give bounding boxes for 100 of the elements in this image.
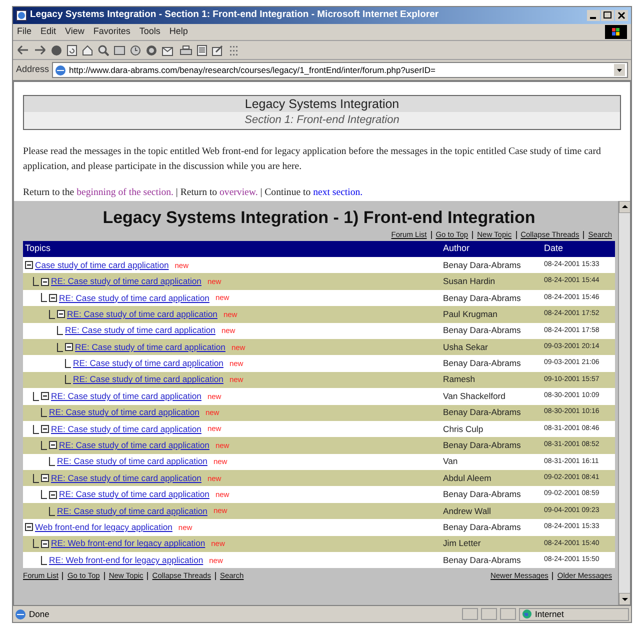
- minimize-icon[interactable]: [587, 10, 600, 21]
- column-header: Topics: [24, 242, 52, 256]
- topic-link[interactable]: Case study of time card application: [35, 258, 169, 272]
- collapse-icon[interactable]: [49, 441, 57, 450]
- collapse-icon[interactable]: [25, 523, 33, 532]
- navigation-sentence: Return to the beginning of the section. | Return to overview. | Continue to next section.: [23, 186, 364, 200]
- menu-item[interactable]: Help: [169, 25, 188, 39]
- collapse-icon[interactable]: [65, 343, 73, 352]
- tree-line: [33, 474, 39, 483]
- topic-link[interactable]: RE: Case study of time card application: [75, 340, 226, 354]
- collapse-icon[interactable]: [57, 310, 65, 318]
- menu-item[interactable]: Tools: [139, 25, 160, 39]
- column-header: Date: [544, 242, 564, 256]
- topic-link[interactable]: RE: Case study of time card application: [65, 324, 216, 338]
- collapse-icon[interactable]: [25, 261, 33, 270]
- tree-line: [41, 293, 47, 302]
- forum-title: Legacy Systems Integration - 1) Front-end Integration: [102, 207, 536, 229]
- scrollbar[interactable]: [618, 201, 630, 605]
- page-subtitle: Section 1: Front-end Integration: [24, 112, 620, 129]
- column-header: Author: [443, 242, 471, 256]
- author-cell-text: Paul Krugman: [443, 308, 498, 321]
- topic-link[interactable]: RE: Case study of time card application: [51, 422, 202, 436]
- author-cell-text: Benay Dara-Abrams: [443, 439, 522, 452]
- topic-link[interactable]: RE: Web front-end for legacy application: [51, 537, 206, 550]
- refresh-icon[interactable]: [67, 44, 77, 56]
- tree-line: [41, 408, 47, 418]
- topic-link[interactable]: RE: Case study of time card application: [51, 275, 202, 288]
- topic-link[interactable]: RE: Case study of time card application: [73, 357, 224, 370]
- topic-link[interactable]: RE: Case study of time card application: [57, 504, 208, 518]
- tree-line: [65, 375, 71, 384]
- scroll-down-icon[interactable]: [619, 593, 630, 605]
- collapse-icon[interactable]: [41, 425, 49, 434]
- topic-link[interactable]: RE: Case study of time card application: [59, 488, 210, 502]
- link[interactable]: beginning of the section.: [76, 187, 174, 198]
- author-cell-text: Benay Dara-Abrams: [443, 357, 522, 370]
- status-panel: [500, 608, 516, 620]
- mail-icon[interactable]: [162, 44, 175, 56]
- author-cell-text: Susan Hardin: [443, 275, 496, 288]
- favorites-icon[interactable]: [114, 44, 125, 56]
- tree-line: [57, 342, 63, 352]
- link[interactable]: overview.: [220, 187, 258, 198]
- status-panel: [462, 608, 478, 620]
- collapse-icon[interactable]: [41, 392, 49, 400]
- author-cell-text: Jim Letter: [443, 537, 482, 550]
- intro-paragraph: Please read the messages in the topic entitled Web front-end for legacy application before the messages in the topic entitled Case study of time card application, and please participate in the discussion while you are here.: [23, 145, 602, 174]
- home-icon[interactable]: [82, 44, 93, 56]
- zone-text: Internet: [535, 608, 564, 620]
- document-icon[interactable]: [197, 44, 207, 56]
- status-panel: [481, 608, 497, 620]
- topic-link[interactable]: RE: Case study of time card application: [67, 308, 218, 321]
- collapse-icon[interactable]: [41, 278, 49, 286]
- link[interactable]: next section.: [313, 187, 363, 198]
- tree-line: [65, 359, 71, 368]
- collapse-icon[interactable]: [49, 490, 57, 499]
- menu-item[interactable]: Favorites: [93, 25, 130, 39]
- tree-line: [33, 424, 39, 434]
- grip-icon[interactable]: [229, 44, 239, 56]
- collapse-icon[interactable]: [41, 474, 49, 482]
- topic-link[interactable]: RE: Case study of time card application: [59, 439, 210, 452]
- close-icon[interactable]: [615, 10, 628, 21]
- window-title: Legacy Systems Integration - Section 1: Front-end Integration - Microsoft Internet Explorer: [30, 8, 439, 22]
- scroll-up-icon[interactable]: [619, 201, 630, 213]
- history-icon[interactable]: [130, 44, 141, 56]
- back-arrow-icon[interactable]: [17, 45, 29, 55]
- menu-item[interactable]: View: [65, 25, 84, 39]
- status-text: Done: [29, 608, 50, 620]
- maximize-icon[interactable]: [601, 10, 614, 21]
- topic-link[interactable]: RE: Case study of time card application: [73, 373, 224, 386]
- address-field[interactable]: http://www.dara-abrams.com/benay/research/courses/legacy/1_frontEnd/inter/forum.php?userID=: [52, 62, 628, 78]
- tree-line: [41, 440, 47, 450]
- tree-line: [33, 539, 39, 548]
- dropdown-icon[interactable]: [614, 64, 625, 76]
- tree-line: [49, 310, 55, 319]
- topic-link[interactable]: RE: Case study of time card application: [51, 472, 202, 485]
- tree-line: [33, 277, 39, 286]
- topic-link[interactable]: RE: Case study of time card application: [51, 390, 202, 403]
- topic-link[interactable]: RE: Case study of time card application: [59, 292, 210, 304]
- page-title: Legacy Systems Integration: [24, 96, 620, 112]
- author-cell-text: Van Shackelford: [443, 390, 506, 403]
- topic-link[interactable]: Web front-end for legacy application: [35, 521, 172, 534]
- topic-link[interactable]: RE: Case study of time card application: [57, 455, 208, 468]
- author-cell-text: Chris Culp: [443, 422, 484, 436]
- author-cell-text: Benay Dara-Abrams: [443, 521, 522, 534]
- tree-line: [41, 556, 47, 565]
- edit-icon[interactable]: [212, 44, 224, 56]
- menu-item[interactable]: Edit: [40, 25, 56, 39]
- search-icon[interactable]: [98, 44, 109, 56]
- forward-arrow-icon[interactable]: [34, 45, 46, 55]
- collapse-icon[interactable]: [41, 540, 49, 548]
- author-cell-text: Usha Sekar: [443, 340, 489, 354]
- printer-icon[interactable]: [180, 44, 192, 56]
- collapse-icon[interactable]: [49, 294, 57, 302]
- author-cell-text: Ramesh: [443, 373, 476, 386]
- author-cell-text: Andrew Wall: [443, 504, 492, 518]
- tree-line: [57, 326, 63, 336]
- topic-link[interactable]: RE: Case study of time card application: [49, 406, 200, 420]
- topic-link[interactable]: RE: Web front-end for legacy application: [49, 554, 204, 567]
- author-cell-text: Benay Dara-Abrams: [443, 292, 522, 304]
- menu-item[interactable]: File: [17, 25, 32, 39]
- tree-line: [49, 457, 55, 466]
